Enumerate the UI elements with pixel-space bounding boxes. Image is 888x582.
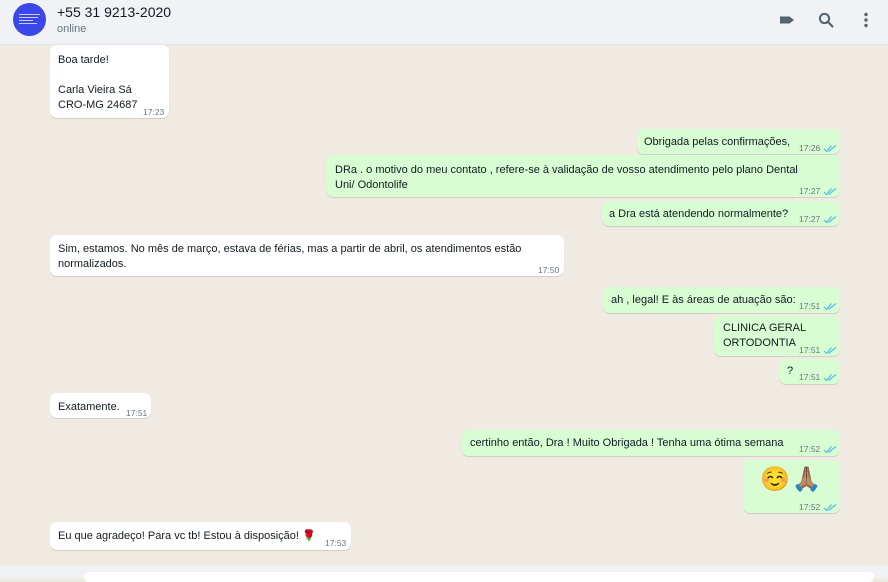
read-receipt-icon (823, 372, 837, 382)
read-receipt-icon (823, 143, 837, 153)
read-receipt-icon (823, 345, 837, 355)
message-text: DRa . o motivo do meu contato , refere-s… (335, 164, 798, 191)
message-timestamp: 17:53 (325, 538, 347, 548)
message-timestamp: 17:27 (799, 186, 821, 196)
message-bubble-outgoing[interactable]: ? 17:51 (779, 359, 840, 384)
message-timestamp: 17:27 (799, 214, 821, 224)
message-text: Boa tarde! Carla Vieira Sá CRO-MG 24687 (58, 54, 138, 111)
message-bubble-outgoing[interactable]: certinho então, Dra ! Muito Obrigada ! T… (462, 430, 840, 456)
message-text: ? (787, 365, 794, 377)
message-timestamp: 17:23 (143, 107, 165, 117)
read-receipt-icon (823, 186, 837, 196)
contact-status: online (57, 23, 87, 35)
message-bubble-incoming[interactable]: Sim, estamos. No mês de março, estava de… (50, 235, 564, 276)
message-bubble-incoming[interactable]: Eu que agradeço! Para vc tb! Estou à dis… (50, 522, 351, 550)
chat-header: +55 31 9213-2020 online (0, 0, 888, 45)
message-text: a Dra está atendendo normalmente? (609, 208, 789, 220)
message-bubble-incoming[interactable]: Exatamente. 17:51 (50, 393, 151, 418)
message-text: Eu que agradeço! Para vc tb! Estou à dis… (58, 530, 316, 542)
message-timestamp: 17:51 (799, 301, 821, 311)
message-timestamp: 17:52 (799, 502, 821, 512)
message-text: certinho então, Dra ! Muito Obrigada ! T… (470, 437, 784, 449)
search-icon[interactable] (816, 10, 836, 30)
message-bubble-outgoing[interactable]: ☺️🙏🏽 17:52 (743, 460, 840, 513)
message-bubble-outgoing[interactable]: ah , legal! E às áreas de atuação são: 17… (603, 287, 840, 313)
read-receipt-icon (823, 502, 837, 512)
label-icon[interactable] (777, 10, 797, 30)
message-bubble-outgoing[interactable]: a Dra está atendendo normalmente? 17:27 (602, 201, 840, 226)
message-text: Exatamente. (58, 401, 120, 413)
message-text: Obrigada pelas confirmações, (644, 136, 791, 148)
message-input[interactable] (84, 572, 874, 582)
message-timestamp: 17:51 (799, 345, 821, 355)
message-text: Sim, estamos. No mês de março, estava de… (58, 243, 522, 270)
read-receipt-icon (823, 444, 837, 454)
message-bubble-outgoing[interactable]: DRa . o motivo do meu contato , refere-s… (326, 155, 840, 197)
read-receipt-icon (823, 301, 837, 311)
message-timestamp: 17:52 (799, 444, 821, 454)
message-text: CLINICA GERAL ORTODONTIA (723, 322, 807, 349)
contact-name[interactable]: +55 31 9213-2020 (57, 4, 171, 20)
message-bubble-outgoing[interactable]: Obrigada pelas confirmações, 17:26 (637, 129, 840, 154)
message-timestamp: 17:51 (799, 372, 821, 382)
message-timestamp: 17:51 (126, 408, 148, 418)
contact-avatar[interactable] (13, 3, 46, 36)
message-bubble-incoming[interactable]: Boa tarde! Carla Vieira Sá CRO-MG 24687 1… (50, 45, 169, 118)
read-receipt-icon (823, 214, 837, 224)
message-timestamp: 17:26 (799, 143, 821, 153)
message-bubble-outgoing[interactable]: CLINICA GERAL ORTODONTIA 17:51 (714, 316, 840, 356)
message-text: ah , legal! E às áreas de atuação são: (611, 294, 796, 306)
menu-icon[interactable] (856, 10, 876, 30)
message-text: ☺️🙏🏽 (760, 466, 824, 493)
message-timestamp: 17:50 (538, 265, 560, 275)
